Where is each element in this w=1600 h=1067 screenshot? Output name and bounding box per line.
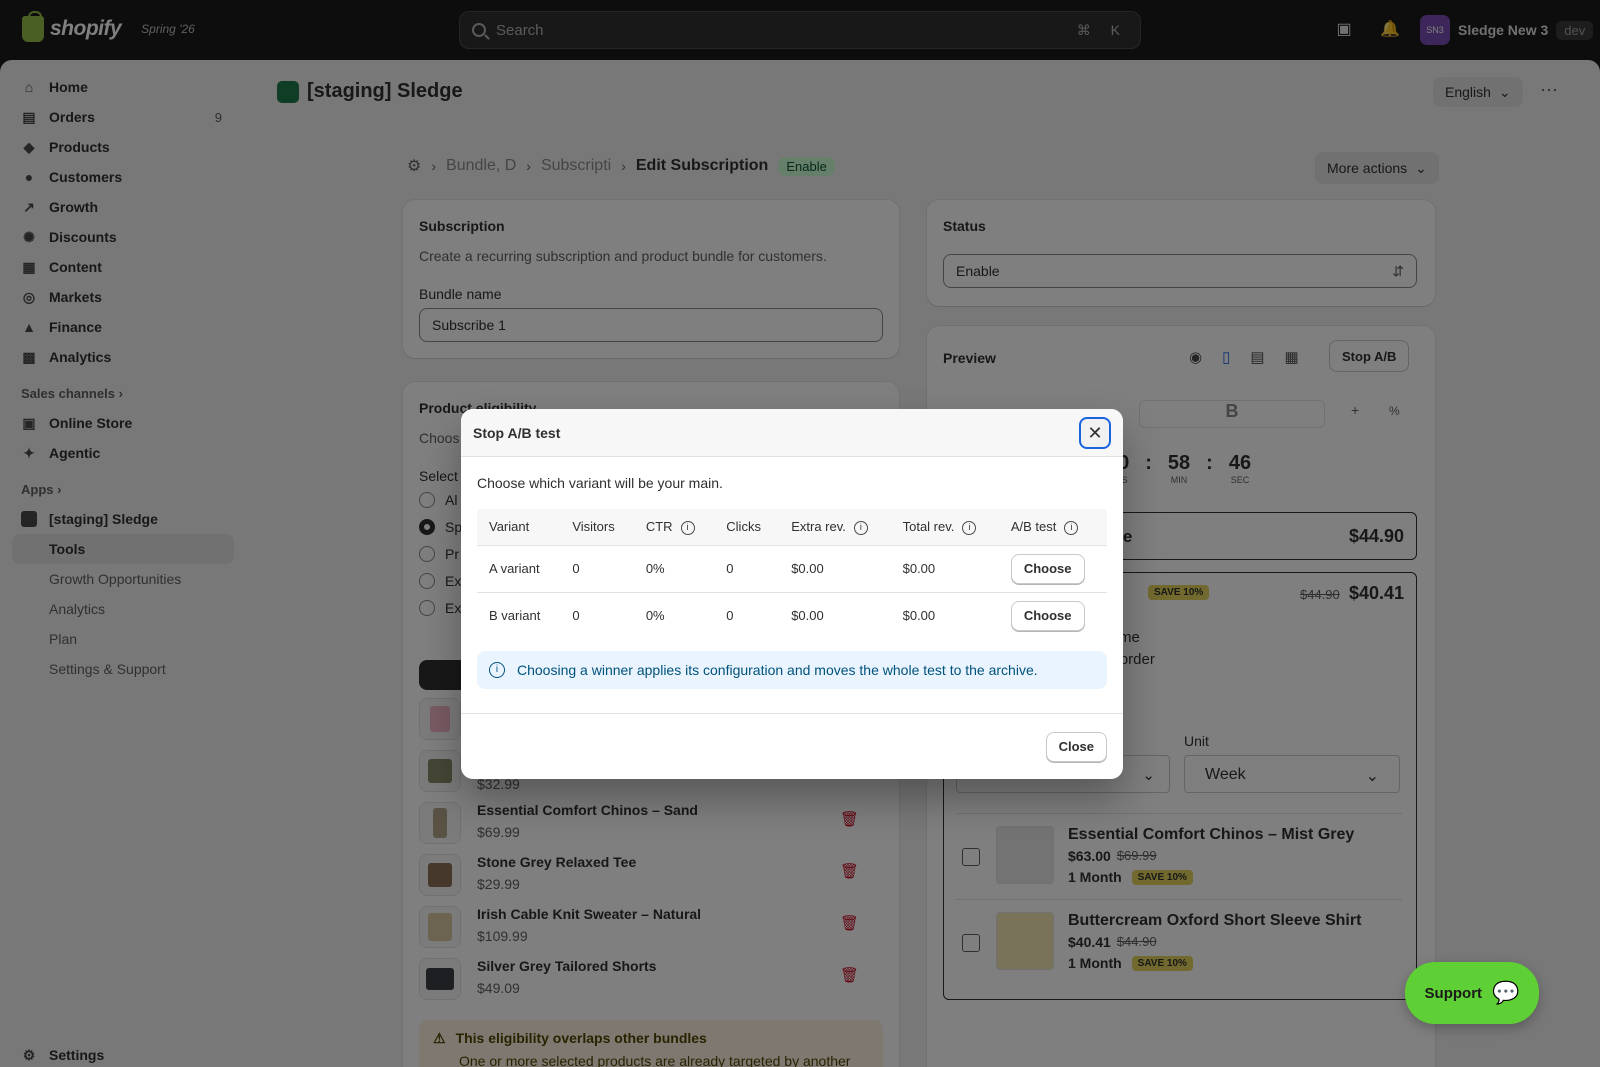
column-label: Clicks xyxy=(726,519,761,535)
choose-a-button[interactable]: Choose xyxy=(1010,553,1085,584)
modal-prompt: Choose which variant will be your main. xyxy=(477,475,723,491)
info-icon[interactable]: i xyxy=(1064,520,1079,535)
info-icon: i xyxy=(489,662,505,678)
banner-text: Choosing a winner applies its configurat… xyxy=(517,662,1038,678)
column-label: Visitors xyxy=(572,519,615,535)
info-banner: i Choosing a winner applies its configur… xyxy=(477,651,1107,689)
table-row: B variant 0 0% 0 $0.00 $0.00 Choose xyxy=(477,591,1107,639)
close-icon[interactable]: ✕ xyxy=(1079,417,1111,449)
column-label: CTR xyxy=(645,518,673,534)
choose-b-button[interactable]: Choose xyxy=(1010,600,1085,631)
variant-table: Variant Visitors CTR i Clicks Extra rev. i… xyxy=(477,509,1107,639)
info-icon[interactable]: i xyxy=(962,520,977,535)
total-rev-cell: $0.00 xyxy=(890,591,999,639)
column-header: Total rev. i xyxy=(890,509,999,545)
clicks-cell: 0 xyxy=(714,544,780,592)
variant-cell: B variant xyxy=(477,591,561,639)
visitors-cell: 0 xyxy=(560,544,634,592)
modal-header: Stop A/B test xyxy=(461,409,1123,457)
table-row: A variant 0 0% 0 $0.00 $0.00 Choose xyxy=(477,544,1107,592)
action-cell: Choose xyxy=(998,544,1107,592)
column-header: Variant xyxy=(477,509,561,545)
variant-cell: A variant xyxy=(477,544,561,592)
info-icon[interactable]: i xyxy=(680,520,695,535)
total-rev-cell: $0.00 xyxy=(890,544,999,592)
column-label: Extra rev. xyxy=(791,518,846,534)
column-header: CTR i xyxy=(633,509,715,545)
column-label: Total rev. xyxy=(902,518,955,534)
support-label: Support xyxy=(1424,984,1483,1002)
column-label: A/B test xyxy=(1010,518,1057,534)
column-label: Variant xyxy=(489,519,530,535)
visitors-cell: 0 xyxy=(560,591,634,639)
column-header: Clicks xyxy=(714,509,780,545)
clicks-cell: 0 xyxy=(714,591,780,639)
column-header: Visitors xyxy=(560,509,634,545)
modal-body: Choose which variant will be your main. … xyxy=(461,457,1123,707)
ctr-cell: 0% xyxy=(633,544,715,592)
table-header-row: Variant Visitors CTR i Clicks Extra rev. i… xyxy=(477,509,1107,545)
column-header: Extra rev. i xyxy=(779,509,891,545)
support-button[interactable]: Support 💬 xyxy=(1405,962,1539,1024)
action-cell: Choose xyxy=(998,591,1107,639)
ctr-cell: 0% xyxy=(633,591,715,639)
extra-rev-cell: $0.00 xyxy=(779,591,891,639)
modal-title: Stop A/B test xyxy=(473,424,561,441)
stop-ab-modal: Stop A/B test ✕ Choose which variant wil… xyxy=(461,409,1123,779)
close-button[interactable]: Close xyxy=(1045,731,1107,762)
column-header: A/B test i xyxy=(998,509,1107,545)
extra-rev-cell: $0.00 xyxy=(779,544,891,592)
modal-footer: Close xyxy=(461,713,1123,779)
info-icon[interactable]: i xyxy=(853,520,868,535)
chat-bubble-icon: 💬 xyxy=(1492,980,1520,1005)
